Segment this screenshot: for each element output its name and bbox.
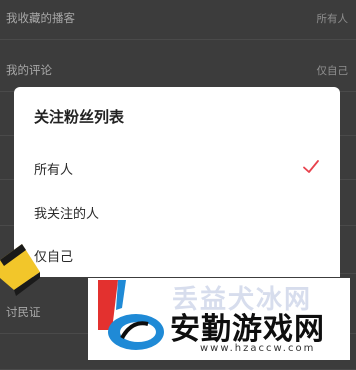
watermark-url: www.hzaccw.com [200,343,316,354]
settings-row-my-comments[interactable]: 我的评论 仅自己 [0,52,356,92]
follower-list-visibility-dialog: 关注粉丝列表 所有人 我关注的人 仅自己 [14,87,340,277]
option-label: 我关注的人 [34,207,100,222]
settings-row-label: 我的评论 [6,63,52,77]
option-only-me[interactable]: 仅自己 [14,235,340,275]
settings-row-favorite-podcasts[interactable]: 我收藏的播客 所有人 [0,0,356,40]
pencil-sticker-icon [0,244,40,296]
dialog-title: 关注粉丝列表 [34,108,125,126]
option-label: 所有人 [34,163,74,178]
settings-row-label: 讨民证 [6,305,41,319]
site-watermark-banner: 丢益犬冰网 安勤游戏网 www.hzaccw.com [88,278,350,360]
settings-row-label: 我收藏的播客 [6,11,75,25]
settings-row-value: 仅自己 [316,65,349,77]
brand-logo-icon [98,280,164,350]
settings-row-value: 所有人 [316,13,349,25]
option-everyone[interactable]: 所有人 [14,148,340,188]
option-people-i-follow[interactable]: 我关注的人 [14,192,340,232]
watermark-title: 安勤游戏网 [170,312,325,347]
checkmark-icon [303,160,319,173]
